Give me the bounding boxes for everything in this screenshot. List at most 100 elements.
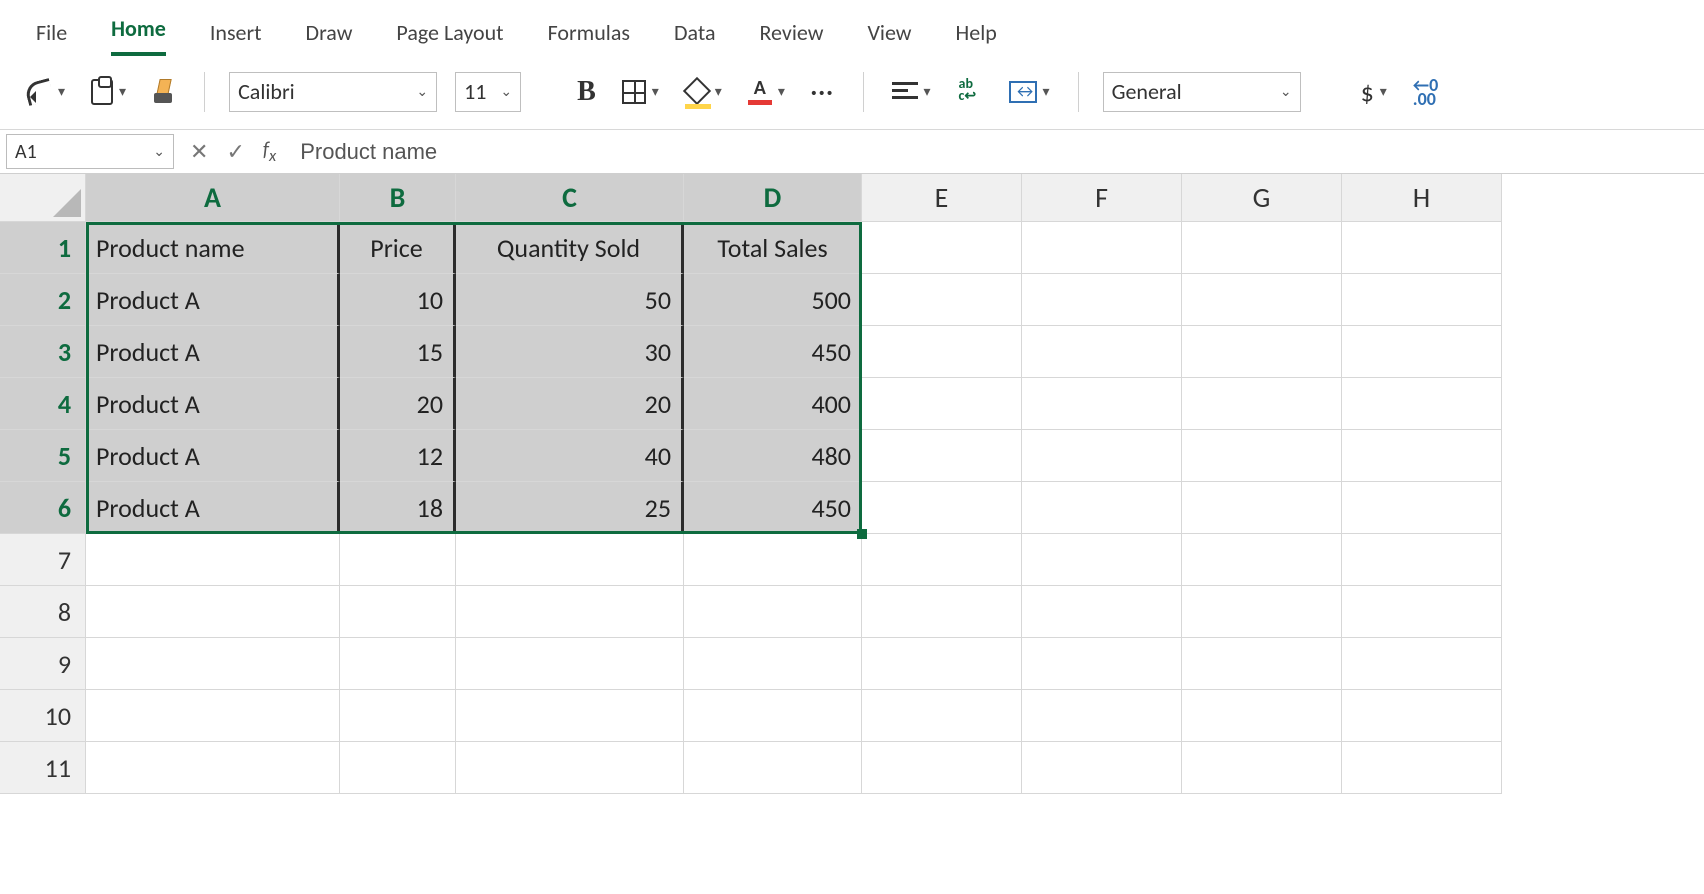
col-header-C[interactable]: C xyxy=(456,174,684,222)
cell-G8[interactable] xyxy=(1182,586,1342,638)
tab-page-layout[interactable]: Page Layout xyxy=(396,19,503,56)
increase-decimal-button[interactable]: ←0.00 xyxy=(1409,74,1442,110)
cell-A1[interactable]: Product name xyxy=(86,222,340,274)
cell-B9[interactable] xyxy=(340,638,456,690)
cell-C1[interactable]: Quantity Sold xyxy=(456,222,684,274)
cell-F5[interactable] xyxy=(1022,430,1182,482)
cell-F9[interactable] xyxy=(1022,638,1182,690)
cell-A9[interactable] xyxy=(86,638,340,690)
alignment-button[interactable]: ▾ xyxy=(888,78,935,106)
cell-B8[interactable] xyxy=(340,586,456,638)
cell-E6[interactable] xyxy=(862,482,1022,534)
number-format-select[interactable]: General ⌄ xyxy=(1103,72,1301,112)
cell-A6[interactable]: Product A xyxy=(86,482,340,534)
tab-insert[interactable]: Insert xyxy=(210,19,262,56)
cell-D4[interactable]: 400 xyxy=(684,378,862,430)
row-header-9[interactable]: 9 xyxy=(0,638,86,690)
row-header-3[interactable]: 3 xyxy=(0,326,86,378)
cell-E3[interactable] xyxy=(862,326,1022,378)
formula-input[interactable] xyxy=(292,130,1704,173)
merge-center-button[interactable]: ▾ xyxy=(1005,77,1054,107)
undo-button[interactable]: ▾ xyxy=(22,77,69,107)
cell-H5[interactable] xyxy=(1342,430,1502,482)
cell-H7[interactable] xyxy=(1342,534,1502,586)
tab-data[interactable]: Data xyxy=(674,19,716,56)
col-header-G[interactable]: G xyxy=(1182,174,1342,222)
cell-H10[interactable] xyxy=(1342,690,1502,742)
cell-G3[interactable] xyxy=(1182,326,1342,378)
cell-H6[interactable] xyxy=(1342,482,1502,534)
fx-icon[interactable]: fx xyxy=(263,138,276,166)
col-header-B[interactable]: B xyxy=(340,174,456,222)
cell-D8[interactable] xyxy=(684,586,862,638)
cell-D11[interactable] xyxy=(684,742,862,794)
cell-B11[interactable] xyxy=(340,742,456,794)
cell-B10[interactable] xyxy=(340,690,456,742)
cell-A5[interactable]: Product A xyxy=(86,430,340,482)
row-header-2[interactable]: 2 xyxy=(0,274,86,326)
cell-D9[interactable] xyxy=(684,638,862,690)
cell-G1[interactable] xyxy=(1182,222,1342,274)
cell-C9[interactable] xyxy=(456,638,684,690)
tab-help[interactable]: Help xyxy=(956,19,997,56)
currency-format-button[interactable]: $ ▾ xyxy=(1357,72,1391,112)
cell-H8[interactable] xyxy=(1342,586,1502,638)
cell-G10[interactable] xyxy=(1182,690,1342,742)
cell-C10[interactable] xyxy=(456,690,684,742)
cell-B7[interactable] xyxy=(340,534,456,586)
cell-E10[interactable] xyxy=(862,690,1022,742)
cell-H2[interactable] xyxy=(1342,274,1502,326)
cell-D6[interactable]: 450 xyxy=(684,482,862,534)
cell-B6[interactable]: 18 xyxy=(340,482,456,534)
cell-E2[interactable] xyxy=(862,274,1022,326)
cell-F11[interactable] xyxy=(1022,742,1182,794)
cell-E9[interactable] xyxy=(862,638,1022,690)
cell-E4[interactable] xyxy=(862,378,1022,430)
cell-G2[interactable] xyxy=(1182,274,1342,326)
cell-H4[interactable] xyxy=(1342,378,1502,430)
format-painter-button[interactable] xyxy=(148,75,180,109)
cell-D7[interactable] xyxy=(684,534,862,586)
cell-B3[interactable]: 15 xyxy=(340,326,456,378)
cell-A10[interactable] xyxy=(86,690,340,742)
cell-C11[interactable] xyxy=(456,742,684,794)
col-header-D[interactable]: D xyxy=(684,174,862,222)
cell-A3[interactable]: Product A xyxy=(86,326,340,378)
row-header-8[interactable]: 8 xyxy=(0,586,86,638)
tab-formulas[interactable]: Formulas xyxy=(548,19,630,56)
cell-D3[interactable]: 450 xyxy=(684,326,862,378)
cell-F3[interactable] xyxy=(1022,326,1182,378)
wrap-text-button[interactable] xyxy=(953,76,987,108)
cell-B5[interactable]: 12 xyxy=(340,430,456,482)
font-color-button[interactable]: A ▾ xyxy=(744,75,789,109)
cell-F8[interactable] xyxy=(1022,586,1182,638)
cell-C7[interactable] xyxy=(456,534,684,586)
cell-C4[interactable]: 20 xyxy=(456,378,684,430)
cell-F4[interactable] xyxy=(1022,378,1182,430)
tab-view[interactable]: View xyxy=(867,19,911,56)
row-header-7[interactable]: 7 xyxy=(0,534,86,586)
cell-G9[interactable] xyxy=(1182,638,1342,690)
cell-H11[interactable] xyxy=(1342,742,1502,794)
font-name-select[interactable]: Calibri ⌄ xyxy=(229,72,437,112)
name-box[interactable]: A1 ⌄ xyxy=(6,134,174,169)
col-header-E[interactable]: E xyxy=(862,174,1022,222)
cell-F1[interactable] xyxy=(1022,222,1182,274)
col-header-A[interactable]: A xyxy=(86,174,340,222)
borders-button[interactable]: ▾ xyxy=(618,76,663,108)
cell-F7[interactable] xyxy=(1022,534,1182,586)
cell-H9[interactable] xyxy=(1342,638,1502,690)
cell-H1[interactable] xyxy=(1342,222,1502,274)
cell-D1[interactable]: Total Sales xyxy=(684,222,862,274)
cell-E5[interactable] xyxy=(862,430,1022,482)
font-size-select[interactable]: 11 ⌄ xyxy=(455,72,521,112)
cell-G5[interactable] xyxy=(1182,430,1342,482)
cell-E7[interactable] xyxy=(862,534,1022,586)
cell-B1[interactable]: Price xyxy=(340,222,456,274)
col-header-H[interactable]: H xyxy=(1342,174,1502,222)
more-font-button[interactable]: ··· xyxy=(807,74,839,109)
clipboard-button[interactable]: ▾ xyxy=(87,75,130,109)
tab-draw[interactable]: Draw xyxy=(306,19,353,56)
cell-D2[interactable]: 500 xyxy=(684,274,862,326)
cell-E1[interactable] xyxy=(862,222,1022,274)
